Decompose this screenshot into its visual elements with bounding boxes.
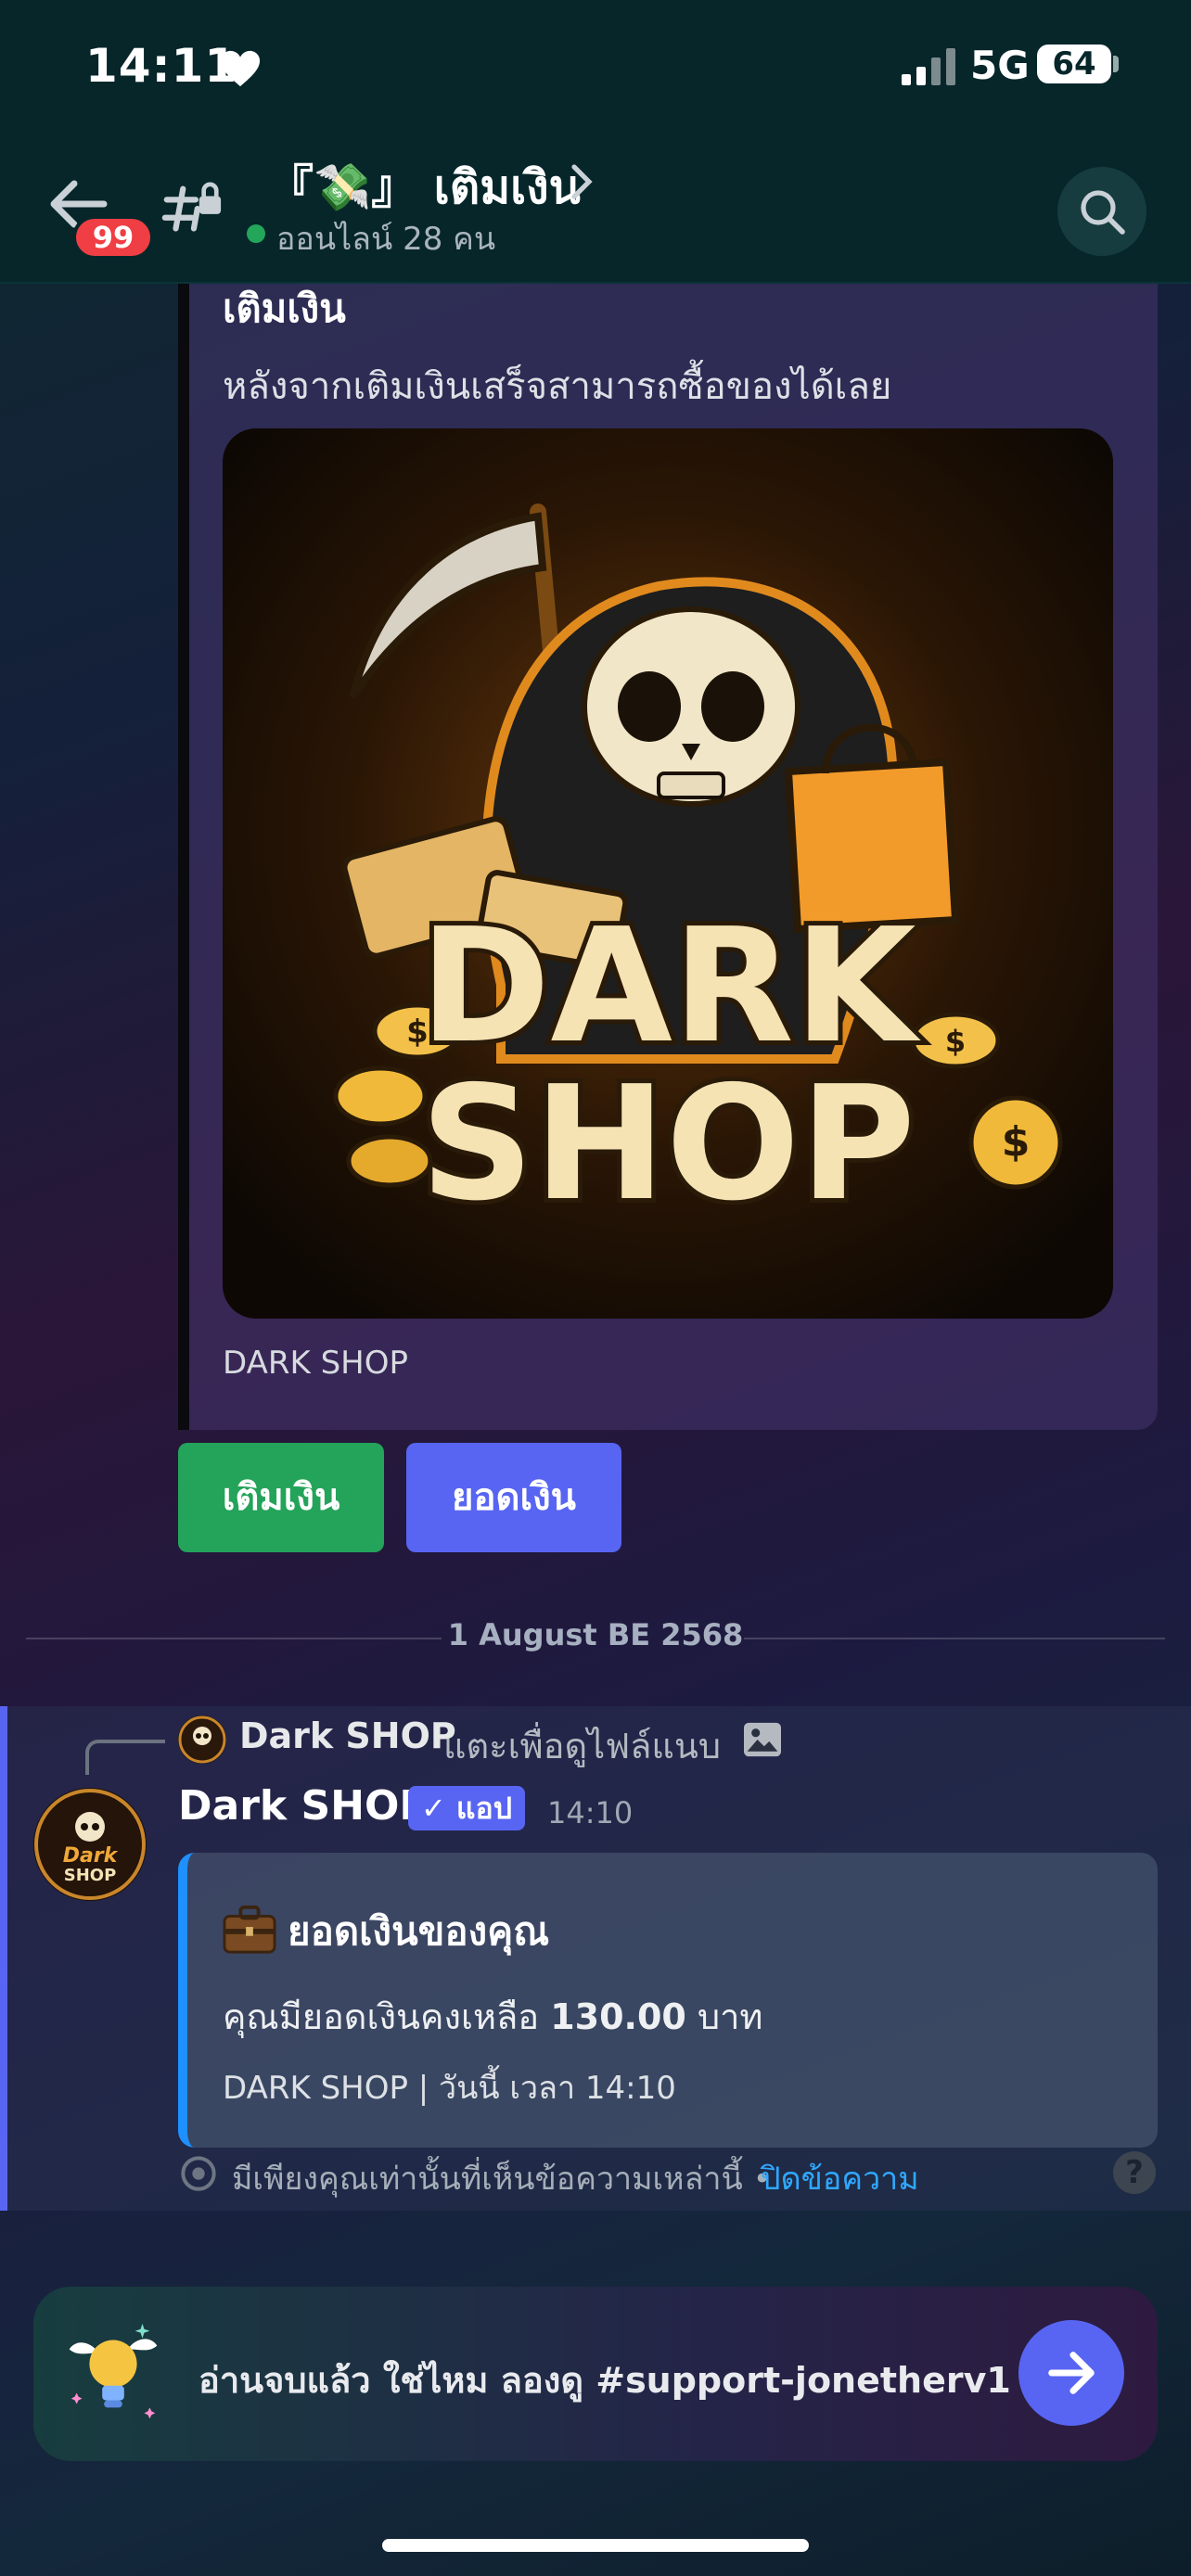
svg-text:Dark: Dark: [63, 1844, 119, 1868]
banner-title-line2: SHOP: [420, 1052, 916, 1236]
embed-description: หลังจากเติมเงินเสร็จสามารถซื้อของได้เลย: [223, 365, 892, 408]
reply-author[interactable]: Dark SHOP: [239, 1715, 456, 1756]
channel-header: 99 『💸』 เติมเงิน ออนไลน์ 28 คน: [0, 130, 1191, 284]
embed-footer: DARK SHOP: [223, 1345, 408, 1382]
locked-channel-icon: [161, 182, 222, 232]
app-badge: ✓ แอป: [408, 1786, 525, 1830]
dark-shop-banner-image[interactable]: $ $ $ DARK SHOP: [223, 428, 1113, 1319]
go-to-channel-button[interactable]: [1018, 2320, 1124, 2426]
arrow-right-icon: [1048, 2352, 1095, 2394]
balance-embed-footer: DARK SHOP | วันนี้ เวลา 14:10: [223, 2070, 676, 2107]
status-time: 14:11: [85, 39, 238, 93]
eye-icon: [181, 2156, 216, 2191]
battery-indicator: 64: [1037, 45, 1111, 83]
author-name[interactable]: Dark SHOP: [178, 1782, 429, 1830]
battery-tip: [1113, 56, 1119, 72]
unread-badge: 99: [72, 215, 154, 260]
balance-amount: 130.00: [550, 1996, 686, 2037]
svg-text:SHOP: SHOP: [64, 1866, 117, 1885]
balance-button[interactable]: ยอดเงิน: [406, 1443, 621, 1552]
date-divider: 1 August BE 2568: [447, 1617, 744, 1652]
svg-text:$: $: [1002, 1118, 1031, 1166]
home-indicator[interactable]: [382, 2539, 809, 2552]
balance-embed-title: ยอดเงินของคุณ: [288, 1908, 550, 1954]
balance-embed-description: คุณมียอดเงินคงเหลือ 130.00 บาท: [223, 1988, 762, 2045]
reply-preview-text[interactable]: แตะเพื่อดูไฟล์แนบ: [443, 1717, 721, 1774]
online-count: ออนไลน์ 28 คน: [276, 221, 496, 258]
search-button[interactable]: [1057, 167, 1146, 256]
heart-icon: [220, 50, 261, 87]
author-avatar[interactable]: Dark SHOP: [33, 1788, 147, 1901]
network-label: 5G: [970, 43, 1030, 88]
search-icon: [1081, 190, 1125, 235]
topup-button[interactable]: เติมเงิน: [178, 1443, 384, 1552]
chevron-right-icon[interactable]: [568, 163, 596, 200]
svg-text:$: $: [945, 1024, 966, 1059]
banner-title-line1: DARK: [419, 895, 921, 1078]
winged-lightbulb-icon: [69, 2323, 158, 2419]
reply-avatar: [178, 1715, 226, 1764]
briefcase-icon: [223, 1905, 276, 1954]
balance-label: คุณมียอดเงินคงเหลือ: [223, 1996, 540, 2037]
balance-unit: บาท: [697, 1996, 763, 2037]
prompt-text[interactable]: อ่านจบแล้ว ใช่ไหม ลองดู #support-jonethe…: [198, 2352, 1011, 2408]
embed-title: เติมเงิน: [223, 286, 346, 331]
ephemeral-notice: มีเพียงคุณเท่านั้นที่เห็นข้อความเหล่านี้…: [232, 2161, 772, 2198]
signal-icon: [902, 48, 955, 85]
reply-connector: [85, 1740, 165, 1775]
help-icon[interactable]: ?: [1113, 2151, 1156, 2194]
dismiss-message-link[interactable]: ปิดข้อความ: [761, 2153, 919, 2203]
message-timestamp: 14:10: [547, 1795, 634, 1830]
image-icon: [744, 1722, 781, 1757]
online-status-dot: [247, 224, 265, 243]
